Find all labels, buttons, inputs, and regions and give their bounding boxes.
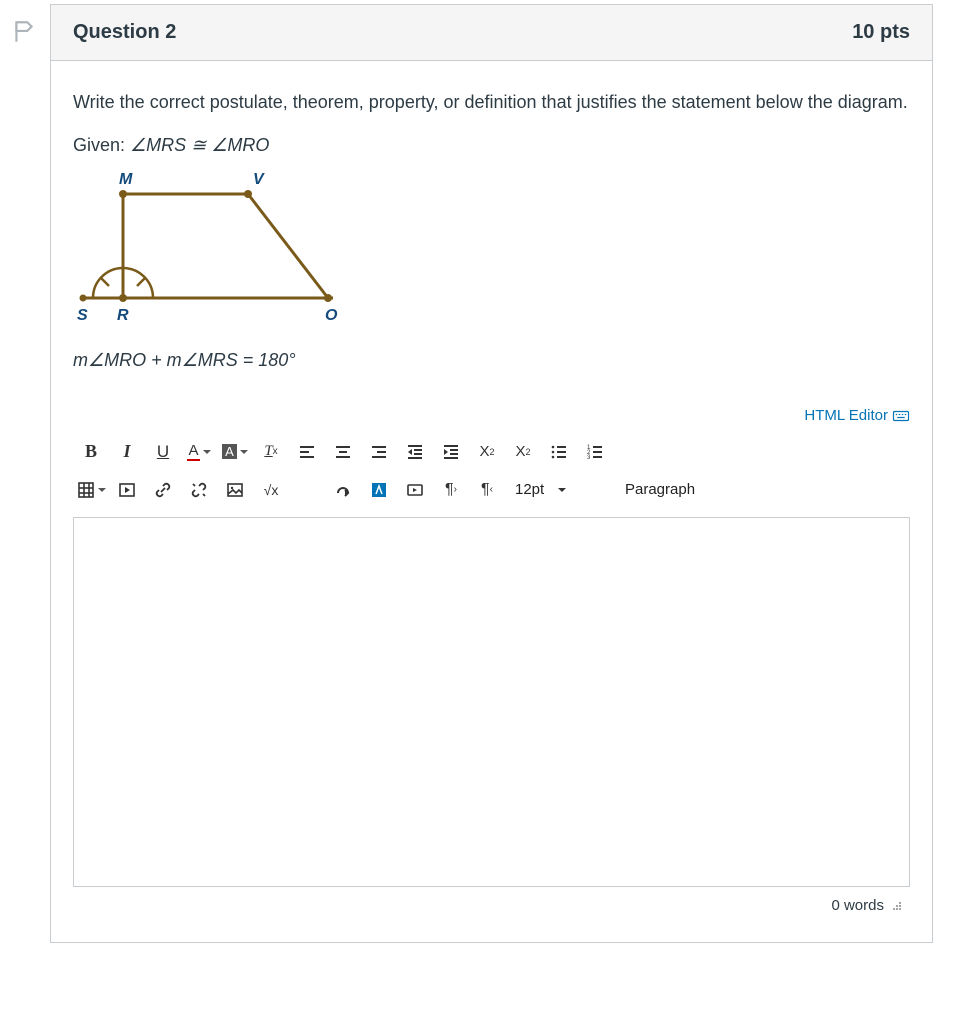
canvas-app-button[interactable]	[361, 475, 397, 505]
word-count: 0 words	[831, 897, 884, 914]
editor-toolbar: B I U A A Tx	[73, 429, 910, 517]
trapezoid-diagram: M V S R O	[73, 170, 910, 330]
clear-formatting-button[interactable]: Tx	[253, 437, 289, 467]
given-expression: ∠MRS ≅ ∠MRO	[130, 135, 269, 155]
question-prompt: Write the correct postulate, theorem, pr…	[73, 89, 910, 117]
subscript-button[interactable]: X2	[505, 437, 541, 467]
chevron-down-icon	[203, 450, 211, 454]
numbered-list-button[interactable]: 123	[577, 437, 613, 467]
label-M: M	[119, 171, 133, 188]
keyboard-icon	[892, 407, 910, 425]
editor-footer: 0 words	[73, 887, 910, 920]
label-R: R	[117, 307, 129, 324]
question-body: Write the correct postulate, theorem, pr…	[51, 61, 932, 942]
question-header: Question 2 10 pts	[51, 5, 932, 61]
answer-editor-area[interactable]	[73, 517, 910, 887]
font-size-select[interactable]: 12pt	[505, 475, 615, 505]
svg-text:3: 3	[587, 455, 591, 461]
question-container: Question 2 10 pts Write the correct post…	[50, 4, 933, 943]
superscript-button[interactable]: X2	[469, 437, 505, 467]
given-prefix: Given:	[73, 135, 130, 155]
label-O: O	[325, 307, 338, 324]
chevron-down-icon	[558, 488, 566, 492]
flag-outline-icon[interactable]	[11, 19, 37, 45]
underline-button[interactable]: U	[145, 437, 181, 467]
font-size-value: 12pt	[515, 481, 544, 498]
align-center-button[interactable]	[325, 437, 361, 467]
highlight-color-button[interactable]: A	[217, 437, 253, 467]
redo-button[interactable]	[325, 475, 361, 505]
ltr-button[interactable]: ¶›	[433, 475, 469, 505]
italic-button[interactable]: I	[109, 437, 145, 467]
question-points: 10 pts	[852, 21, 910, 44]
bold-button[interactable]: B	[73, 437, 109, 467]
align-right-button[interactable]	[361, 437, 397, 467]
link-button[interactable]	[145, 475, 181, 505]
label-S: S	[77, 307, 88, 324]
statement-line: m∠MRO + m∠MRS = 180°	[73, 350, 910, 371]
resize-grip-icon[interactable]	[890, 899, 902, 911]
html-editor-link[interactable]: HTML Editor	[804, 407, 910, 425]
embed-media-button[interactable]	[109, 475, 145, 505]
rtl-button[interactable]: ¶‹	[469, 475, 505, 505]
math-equation-button[interactable]: √x	[253, 475, 289, 505]
chevron-down-icon	[240, 450, 248, 454]
indent-button[interactable]	[433, 437, 469, 467]
text-color-button[interactable]: A	[181, 437, 217, 467]
editor-top-bar: HTML Editor	[73, 407, 910, 425]
given-line: Given: ∠MRS ≅ ∠MRO	[73, 135, 910, 156]
label-V: V	[253, 171, 265, 188]
align-left-button[interactable]	[289, 437, 325, 467]
toolbar-row-1: B I U A A Tx	[73, 433, 910, 471]
chevron-down-icon	[98, 488, 106, 492]
paragraph-format-select[interactable]: Paragraph	[615, 475, 727, 505]
question-title: Question 2	[73, 21, 176, 44]
record-media-button[interactable]	[397, 475, 433, 505]
image-button[interactable]	[217, 475, 253, 505]
bullet-list-button[interactable]	[541, 437, 577, 467]
outdent-button[interactable]	[397, 437, 433, 467]
html-editor-label: HTML Editor	[804, 407, 888, 424]
table-button[interactable]	[73, 475, 109, 505]
paragraph-format-value: Paragraph	[625, 481, 695, 498]
toolbar-row-2: √x ¶› ¶‹ 12pt Paragra	[73, 471, 910, 509]
unlink-button[interactable]	[181, 475, 217, 505]
